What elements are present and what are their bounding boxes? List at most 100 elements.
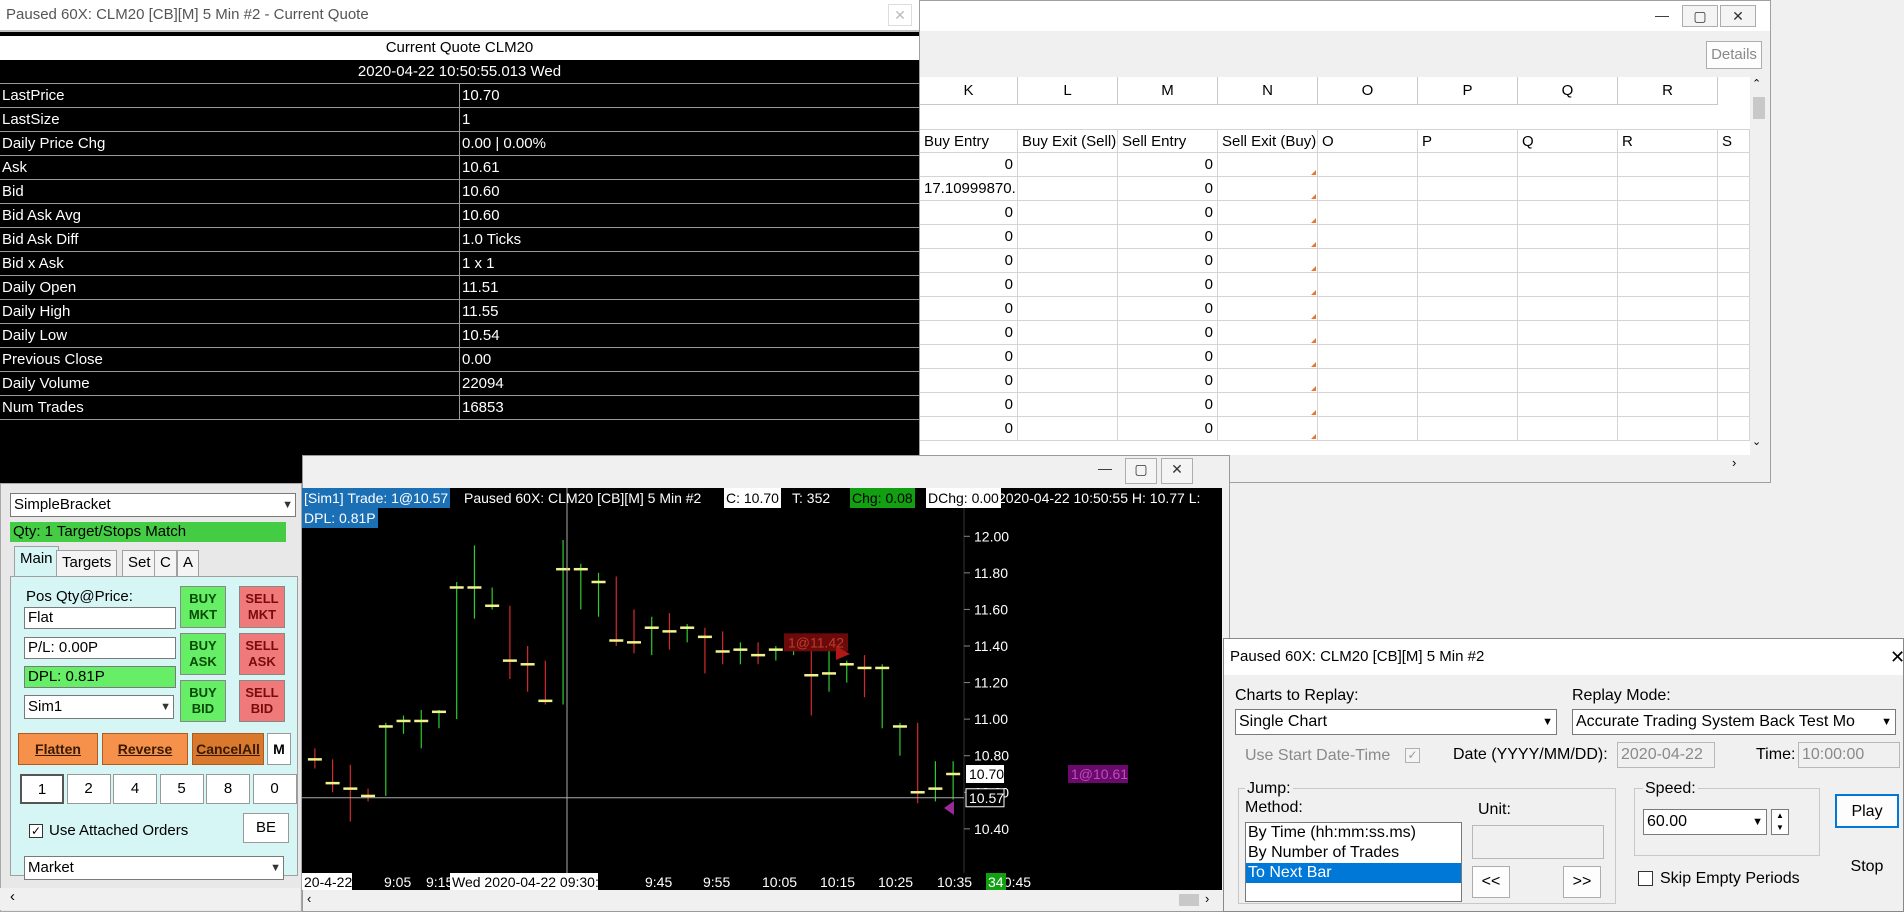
buy-ask-button[interactable]: BUY ASK [180,633,226,675]
column-header[interactable]: R [1618,77,1718,105]
stop-button[interactable]: Stop [1835,851,1899,885]
sheet-cell[interactable] [1618,393,1718,417]
sheet-cell[interactable]: 0 [1118,273,1218,297]
sheet-cell[interactable] [1418,273,1518,297]
sheet-cell[interactable]: 0 [1118,393,1218,417]
sheet-cell[interactable]: 0 [1118,201,1218,225]
sheet-cell[interactable]: 0 [1118,417,1218,441]
jump-back-button[interactable]: << [1472,866,1510,898]
m-button[interactable]: M [267,733,291,765]
tab-c[interactable]: C [154,550,177,576]
sheet-cell[interactable] [1618,321,1718,345]
sheet-cell[interactable]: 0 [1118,345,1218,369]
sheet-cell[interactable]: 0 [920,345,1018,369]
sell-mkt-button[interactable]: SELL MKT [239,586,285,628]
sheet-cell[interactable] [1318,177,1418,201]
method-option[interactable]: By Time (hh:mm:ss.ms) [1246,823,1461,843]
close-icon[interactable]: ✕ [888,4,912,26]
buy-bid-button[interactable]: BUY BID [180,680,226,722]
header-cell[interactable]: Buy Exit (Sell) [1018,129,1118,153]
scroll-right-icon[interactable]: › [1732,455,1736,470]
scroll-right-icon[interactable]: › [1205,891,1209,906]
sheet-cell[interactable]: 0 [920,297,1018,321]
maximize-icon[interactable]: ▢ [1125,458,1157,484]
sheet-cell[interactable] [1418,297,1518,321]
spin-down-icon[interactable]: ▼ [1772,822,1788,834]
sheet-cell[interactable] [1518,297,1618,321]
sheet-cell[interactable] [1318,345,1418,369]
sheet-cell[interactable] [1218,297,1318,321]
sheet-cell[interactable] [1418,345,1518,369]
sheet-cell[interactable] [1018,249,1118,273]
header-cell[interactable]: Q [1518,129,1618,153]
sheet-cell[interactable]: 0 [920,369,1018,393]
header-cell[interactable]: R [1618,129,1718,153]
sheet-cell[interactable] [1518,177,1618,201]
date-field[interactable]: 2020-04-22 [1617,742,1715,768]
details-button[interactable]: Details [1706,41,1762,69]
sheet-cell[interactable] [1218,225,1318,249]
sheet-vscrollbar[interactable]: ⌃ ⌄ [1750,77,1768,455]
sheet-cell[interactable] [1518,153,1618,177]
quantity-button-4[interactable]: 4 [113,774,157,804]
header-cell[interactable]: Buy Entry [920,129,1018,153]
sheet-cell[interactable] [1318,393,1418,417]
close-icon[interactable]: ✕ [1720,5,1756,27]
sheet-cell[interactable]: 0 [920,249,1018,273]
use-attached-checkbox[interactable]: ✓ [29,824,43,838]
flatten-button[interactable]: Flatten [18,733,98,765]
minimize-icon[interactable]: — [1089,458,1121,484]
spin-up-icon[interactable]: ▲ [1772,810,1788,822]
sheet-cell[interactable] [1318,201,1418,225]
sheet-cell[interactable] [1418,369,1518,393]
sheet-cell[interactable]: 0 [1118,225,1218,249]
sheet-cell[interactable] [1618,225,1718,249]
scroll-down-icon[interactable]: ⌄ [1752,435,1761,448]
sheet-cell[interactable] [1618,273,1718,297]
account-select[interactable]: Sim1 ▼ [24,695,174,719]
sheet-cell[interactable] [1418,153,1518,177]
minimize-icon[interactable]: — [1644,5,1680,27]
sell-ask-button[interactable]: SELL ASK [239,633,285,675]
scroll-up-icon[interactable]: ⌃ [1752,77,1761,90]
sheet-cell[interactable] [1518,393,1618,417]
jump-forward-button[interactable]: >> [1563,866,1601,898]
sheet-cell[interactable] [1718,153,1750,177]
sheet-cell[interactable] [1218,417,1318,441]
header-cell[interactable]: Sell Exit (Buy) [1218,129,1318,153]
sheet-cell[interactable] [1618,369,1718,393]
column-header[interactable]: N [1218,77,1318,105]
sheet-cell[interactable] [1718,297,1750,321]
reverse-button[interactable]: Reverse [102,733,188,765]
be-button[interactable]: BE [243,813,289,843]
header-cell[interactable]: S [1718,129,1750,153]
quantity-button-5[interactable]: 5 [159,774,204,804]
sheet-cell[interactable] [1418,393,1518,417]
sheet-cell[interactable] [1018,369,1118,393]
scroll-thumb[interactable] [1753,97,1765,119]
sheet-cell[interactable] [1418,417,1518,441]
method-list[interactable]: By Time (hh:mm:ss.ms) By Number of Trades… [1245,822,1462,902]
column-header[interactable]: K [920,77,1018,105]
sheet-cell[interactable] [1218,393,1318,417]
column-header[interactable]: L [1018,77,1118,105]
quantity-button-8[interactable]: 8 [206,774,250,804]
sheet-cell[interactable] [1518,249,1618,273]
sheet-cell[interactable] [1618,177,1718,201]
play-button[interactable]: Play [1835,794,1899,828]
sheet-cell[interactable] [1518,417,1618,441]
sheet-cell[interactable] [1618,345,1718,369]
sheet-cell[interactable] [1218,321,1318,345]
sheet-cell[interactable] [1018,153,1118,177]
use-start-checkbox[interactable]: ✓ [1405,748,1420,763]
scroll-thumb[interactable] [1179,894,1199,906]
order-type-select[interactable]: Market ▼ [24,856,284,880]
sheet-cell[interactable] [1418,201,1518,225]
method-option[interactable]: By Number of Trades [1246,843,1461,863]
sheet-cell[interactable] [1018,177,1118,201]
sheet-cell[interactable] [1518,201,1618,225]
sheet-cell[interactable] [1618,249,1718,273]
sheet-cell[interactable] [1218,153,1318,177]
tab-targets[interactable]: Targets [56,550,118,576]
sheet-cell[interactable] [1318,321,1418,345]
